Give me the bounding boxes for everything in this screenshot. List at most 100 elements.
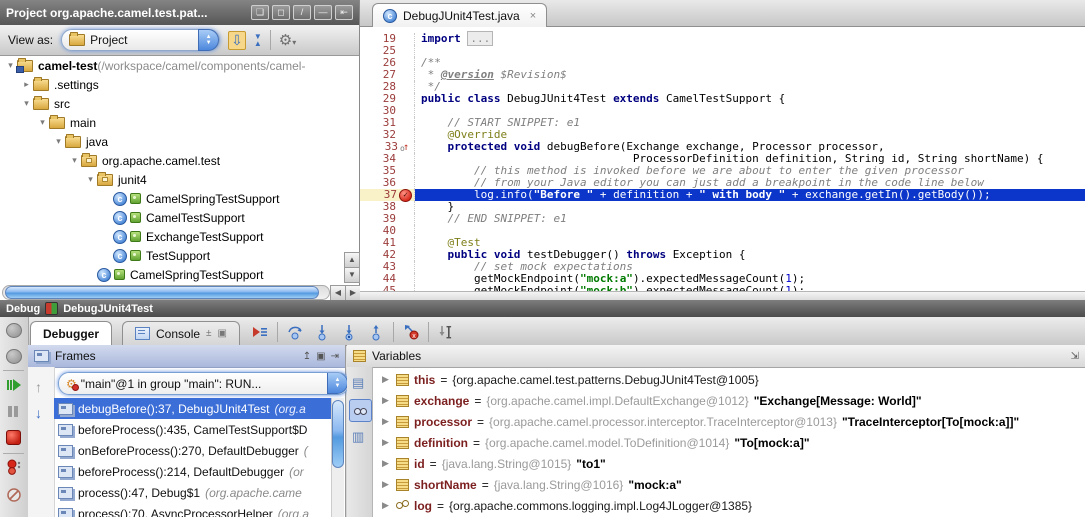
dock-window-icon[interactable]: ◻ (272, 5, 290, 20)
code-line-25[interactable]: 25 (360, 45, 1085, 57)
tree-item-main[interactable]: ▾main (0, 113, 343, 132)
scroll-right-icon[interactable]: ▶ (345, 285, 361, 301)
project-hscrollbar[interactable] (2, 285, 330, 300)
dropdown-stepper-icon[interactable]: ▲▼ (198, 29, 219, 51)
show-execution-point-icon[interactable] (250, 322, 270, 342)
expand-arrow-icon[interactable]: ▾ (84, 174, 97, 185)
step-into-icon[interactable] (312, 322, 332, 342)
debug-window-icon[interactable] (6, 349, 22, 364)
frames-vscrollbar[interactable] (331, 398, 344, 517)
settings-gear-icon[interactable]: ⚙▾ (279, 31, 296, 49)
pause-icon[interactable] (6, 404, 20, 418)
tree-item-camelspringtestsupport[interactable]: CamelSpringTestSupport (0, 265, 343, 284)
move-right-icon[interactable]: ⇥ (331, 351, 339, 362)
code-line-19[interactable]: 19import ... (360, 33, 1085, 45)
tree-item-junit4[interactable]: ▾junit4 (0, 170, 343, 189)
editor-tab[interactable]: DebugJUnit4Test.java × (372, 3, 547, 27)
expand-arrow-icon[interactable]: ▶ (382, 458, 391, 469)
view-as-dropdown[interactable]: Project ▲▼ (61, 29, 220, 51)
pop-frame-icon[interactable]: x (401, 322, 421, 342)
frame-package: (org.apache.came (205, 486, 302, 500)
tree-item-java[interactable]: ▾java (0, 132, 343, 151)
resume-icon[interactable] (6, 377, 22, 393)
tree-item-src[interactable]: ▾src (0, 94, 343, 113)
project-panel-title: Project org.apache.camel.test.pat... (6, 6, 207, 20)
restore-panel-icon[interactable]: ⇲ (1071, 351, 1079, 362)
scroll-to-source-icon[interactable]: ⇩ (228, 31, 246, 50)
expand-arrow-icon[interactable]: ▶ (382, 416, 391, 427)
breakpoint-icon[interactable] (399, 189, 412, 202)
view-breakpoints-icon[interactable] (6, 459, 22, 475)
gutter-space (398, 69, 412, 81)
frame-item-2[interactable]: onBeforeProcess():270, DefaultDebugger ( (54, 440, 331, 461)
tree-item-camel-test[interactable]: ▾camel-test (/workspace/camel/components… (0, 56, 343, 75)
frame-item-4[interactable]: process():47, Debug$1 (org.apache.came (54, 482, 331, 503)
equals-sign: = (477, 415, 484, 429)
float-tab-icon[interactable]: ▣ (218, 328, 227, 339)
evaluate-expression-icon[interactable]: ▤ (352, 375, 364, 391)
code-line-27[interactable]: 27 * @version $Revision$ (360, 69, 1085, 81)
pin-tab-icon[interactable]: ± (206, 328, 212, 339)
tree-item-camelspringtestsupport[interactable]: CamelSpringTestSupport (0, 189, 343, 208)
expand-arrow-icon[interactable]: ▾ (68, 155, 81, 166)
scroll-down-icon[interactable]: ▼ (344, 267, 360, 283)
code-editor[interactable]: 19import ...2526/**27 * @version $Revisi… (360, 27, 1085, 297)
step-out-icon[interactable] (366, 322, 386, 342)
variable-row-shortName[interactable]: ▶shortName = {java.lang.String@1016}"moc… (372, 474, 1084, 495)
expand-arrow-icon[interactable]: ▾ (36, 117, 49, 128)
variable-row-exchange[interactable]: ▶exchange = {org.apache.camel.impl.Defau… (372, 390, 1084, 411)
expand-arrow-icon[interactable]: ▶ (382, 479, 391, 490)
pin-icon[interactable]: / (293, 5, 311, 20)
code-line-29[interactable]: 29public class DebugJUnit4Test extends C… (360, 93, 1085, 105)
frame-item-3[interactable]: beforeProcess():214, DefaultDebugger (or (54, 461, 331, 482)
scroll-up-icon[interactable]: ▲ (344, 252, 360, 268)
tree-item--settings[interactable]: ▸.settings (0, 75, 343, 94)
tab-debugger[interactable]: Debugger (30, 321, 112, 345)
tree-item-testsupport[interactable]: TestSupport (0, 246, 343, 265)
scroll-left-icon[interactable]: ◀ (330, 285, 346, 301)
previous-frame-icon[interactable]: ↑ (35, 379, 42, 395)
step-over-icon[interactable] (285, 322, 305, 342)
expand-arrow-icon[interactable]: ▶ (382, 374, 391, 385)
variable-row-id[interactable]: ▶id = {java.lang.String@1015}"to1" (372, 453, 1084, 474)
expand-arrow-icon[interactable]: ▾ (52, 136, 65, 147)
thread-stepper-icon[interactable]: ▲▼ (327, 372, 348, 394)
watch-view-icon[interactable] (349, 399, 372, 422)
code-line-37[interactable]: 37 log.info("Before " + definition + " w… (360, 189, 1085, 201)
variable-row-definition[interactable]: ▶definition = {org.apache.camel.model.To… (372, 432, 1084, 453)
frame-item-0[interactable]: debugBefore():37, DebugJUnit4Test (org.a (54, 398, 331, 419)
stop-icon[interactable] (6, 430, 21, 445)
force-step-into-icon[interactable] (339, 322, 359, 342)
frame-item-1[interactable]: beforeProcess():435, CamelTestSupport$D (54, 419, 331, 440)
float-panel-icon[interactable]: ▣ (316, 351, 325, 362)
variable-name: this (414, 373, 435, 387)
add-watch-icon[interactable]: ▥ (352, 429, 364, 445)
class-icon (113, 192, 141, 206)
expand-arrow-icon[interactable]: ▾ (20, 98, 33, 109)
thread-dropdown[interactable]: ⚙ "main"@1 in group "main": RUN... ▲▼ (58, 372, 349, 395)
hide-panel-icon[interactable]: ⇤ (335, 5, 353, 20)
variable-row-log[interactable]: ▶log = {org.apache.commons.logging.impl.… (372, 495, 1084, 516)
variable-row-processor[interactable]: ▶processor = {org.apache.camel.processor… (372, 411, 1084, 432)
next-frame-icon[interactable]: ↓ (35, 405, 42, 421)
collapse-all-icon[interactable]: ▼▲ (254, 33, 262, 47)
float-window-icon[interactable]: ❏ (251, 5, 269, 20)
variable-row-this[interactable]: ▶this = {org.apache.camel.test.patterns.… (372, 369, 1084, 390)
tree-item-cameltestsupport[interactable]: CamelTestSupport (0, 208, 343, 227)
frame-item-5[interactable]: process():70, AsyncProcessorHelper (org.… (54, 503, 331, 517)
rerun-icon[interactable] (6, 323, 22, 338)
expand-arrow-icon[interactable]: ▶ (382, 437, 391, 448)
close-tab-icon[interactable]: × (530, 10, 536, 22)
mute-breakpoints-icon[interactable] (6, 487, 22, 503)
expand-arrow-icon[interactable]: ▸ (20, 79, 33, 90)
expand-arrow-icon[interactable]: ▶ (382, 500, 391, 511)
restore-layout-icon[interactable]: ↥ (303, 351, 311, 362)
override-marker-icon[interactable] (400, 142, 412, 153)
tree-item-org-apache-camel-test[interactable]: ▾org.apache.camel.test (0, 151, 343, 170)
minimize-icon[interactable]: — (314, 5, 332, 20)
tree-item-exchangetestsupport[interactable]: ExchangeTestSupport (0, 227, 343, 246)
code-line-39[interactable]: 39 // END SNIPPET: e1 (360, 213, 1085, 225)
expand-arrow-icon[interactable]: ▶ (382, 395, 391, 406)
tab-console[interactable]: Console ± ▣ (122, 321, 240, 345)
run-to-cursor-icon[interactable] (436, 322, 456, 342)
